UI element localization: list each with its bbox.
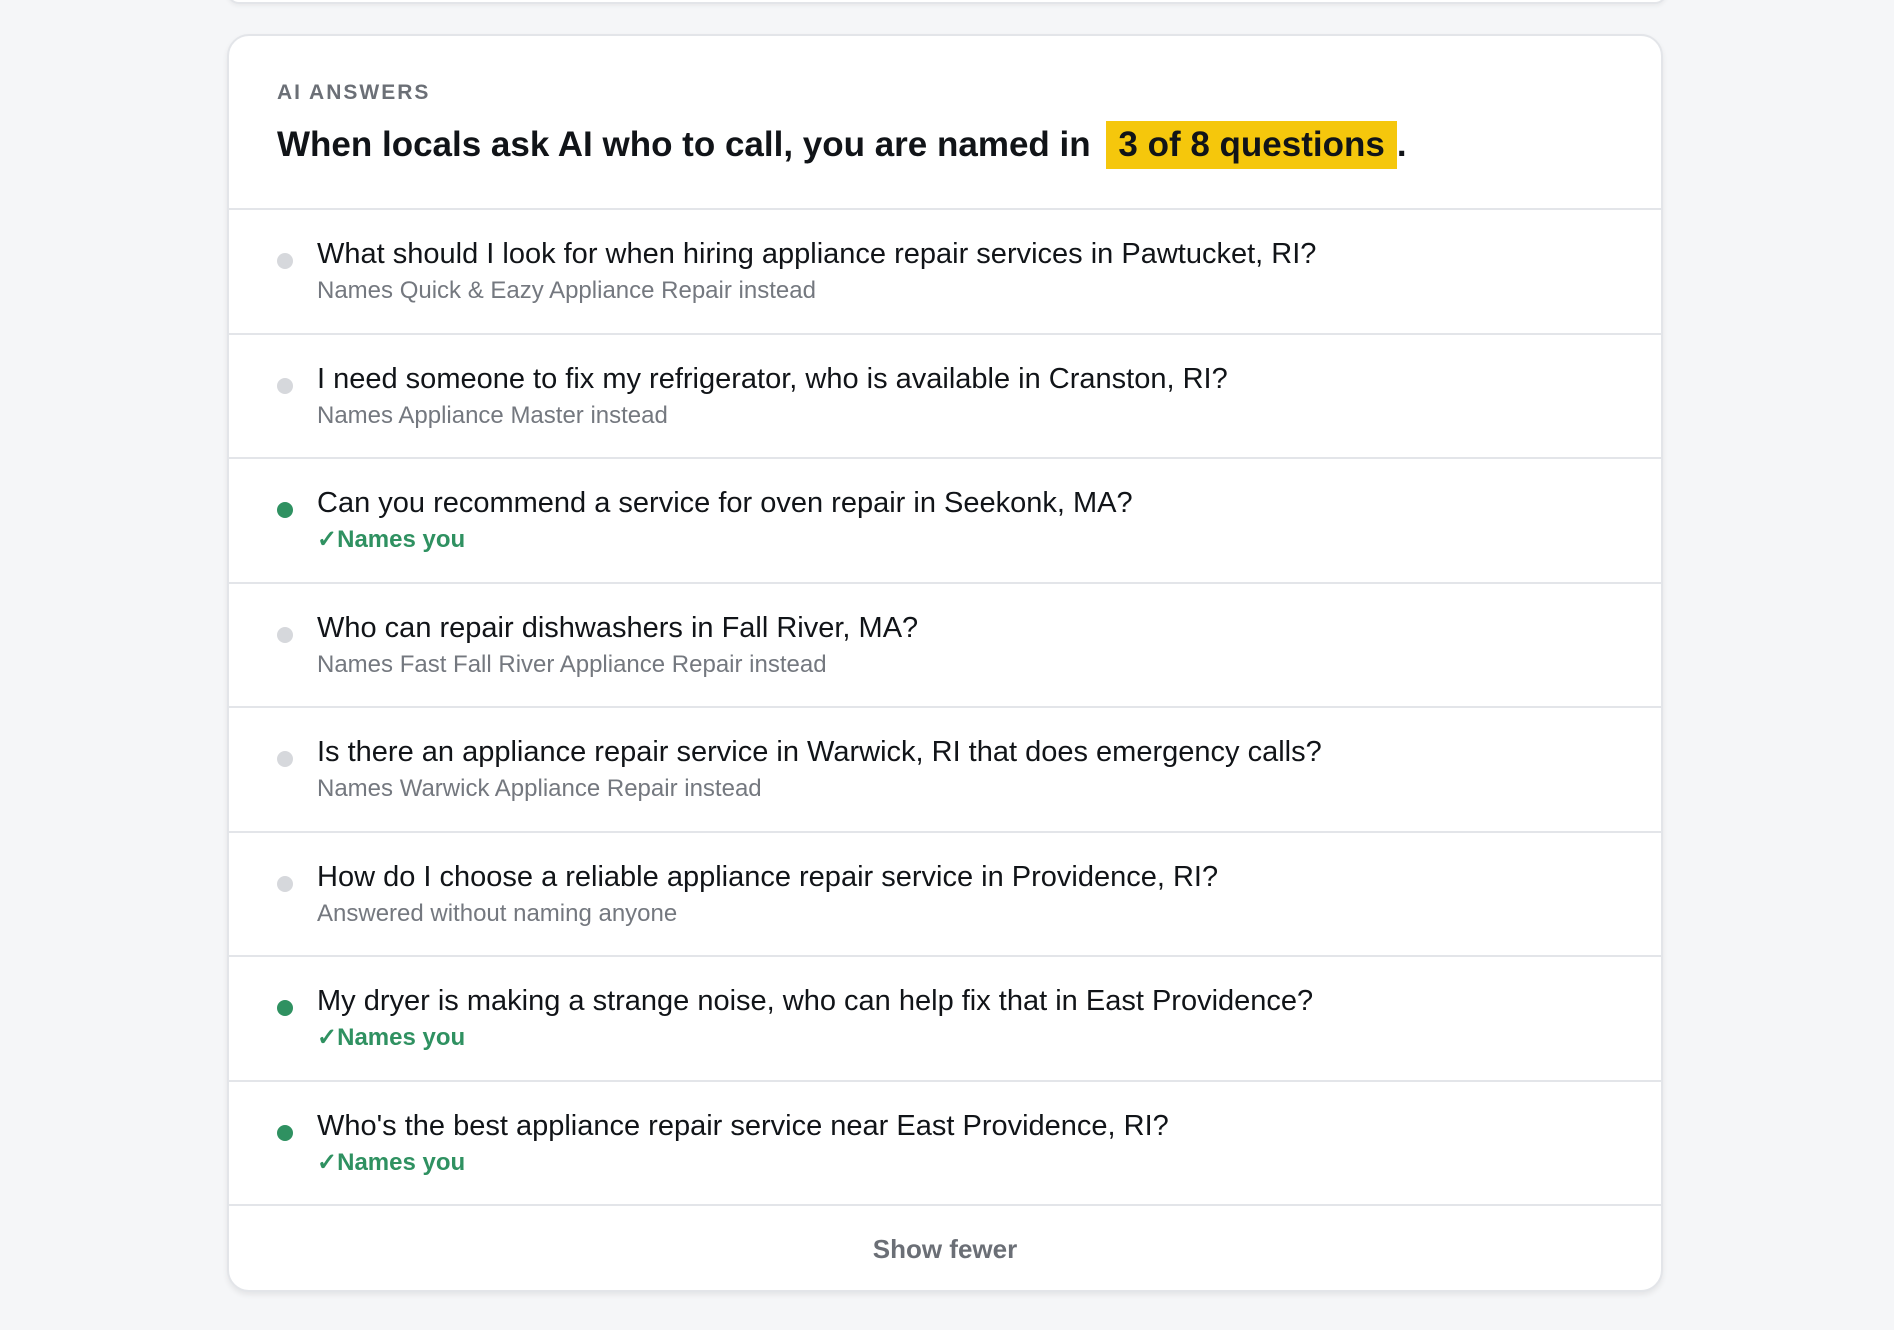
- ai-answers-card: AI ANSWERS When locals ask AI who to cal…: [227, 34, 1663, 1292]
- section-headline: When locals ask AI who to call, you are …: [277, 121, 1661, 169]
- question-list: What should I look for when hiring appli…: [229, 210, 1661, 1206]
- question-result: ✓Names you: [317, 1024, 466, 1051]
- question-result: Names Quick & Eazy Appliance Repair inst…: [317, 277, 816, 304]
- question-row: I need someone to fix my refrigerator, w…: [229, 335, 1661, 459]
- question-result: ✓Names you: [317, 1148, 466, 1176]
- headline-prefix: When locals ask AI who to call, you are …: [277, 125, 1091, 164]
- question-result: Names Warwick Appliance Repair instead: [317, 775, 762, 802]
- named-count-highlight: 3 of 8 questions: [1106, 121, 1397, 169]
- missed-status-dot-icon: [277, 377, 293, 394]
- question-row: Who's the best appliance repair service …: [229, 1082, 1661, 1206]
- missed-status-dot-icon: [277, 626, 293, 643]
- question-text: Who's the best appliance repair service …: [317, 1109, 1169, 1142]
- question-row: How do I choose a reliable appliance rep…: [229, 833, 1661, 957]
- missed-status-dot-icon: [277, 751, 293, 767]
- question-row: Can you recommend a service for oven rep…: [229, 459, 1661, 584]
- question-result: ✓Names you: [317, 526, 466, 553]
- named-status-dot-icon: [277, 502, 293, 518]
- question-text: What should I look for when hiring appli…: [317, 238, 1317, 270]
- question-text: I need someone to fix my refrigerator, w…: [317, 362, 1228, 395]
- question-row: Is there an appliance repair service in …: [229, 708, 1661, 833]
- card-header: AI ANSWERS When locals ask AI who to cal…: [229, 36, 1661, 210]
- card-footer: Show fewer: [229, 1206, 1661, 1290]
- question-result: Answered without naming anyone: [317, 899, 678, 927]
- question-result: Names Fast Fall River Appliance Repair i…: [317, 650, 827, 678]
- question-row: What should I look for when hiring appli…: [229, 210, 1661, 335]
- missed-status-dot-icon: [277, 253, 293, 269]
- question-row: Who can repair dishwashers in Fall River…: [229, 584, 1661, 708]
- question-text: Who can repair dishwashers in Fall River…: [317, 611, 919, 644]
- question-text: How do I choose a reliable appliance rep…: [317, 860, 1219, 893]
- missed-status-dot-icon: [277, 875, 293, 892]
- question-text: Is there an appliance repair service in …: [317, 736, 1322, 768]
- previous-card-edge: [227, 0, 1667, 4]
- headline-suffix: .: [1396, 125, 1407, 164]
- section-eyebrow: AI ANSWERS: [277, 81, 431, 104]
- show-fewer-button[interactable]: Show fewer: [873, 1234, 1017, 1265]
- named-status-dot-icon: [277, 1124, 293, 1141]
- question-result: Names Appliance Master instead: [317, 401, 668, 429]
- named-status-dot-icon: [277, 1000, 293, 1016]
- question-row: My dryer is making a strange noise, who …: [229, 957, 1661, 1082]
- question-text: Can you recommend a service for oven rep…: [317, 487, 1133, 519]
- question-text: My dryer is making a strange noise, who …: [317, 985, 1314, 1017]
